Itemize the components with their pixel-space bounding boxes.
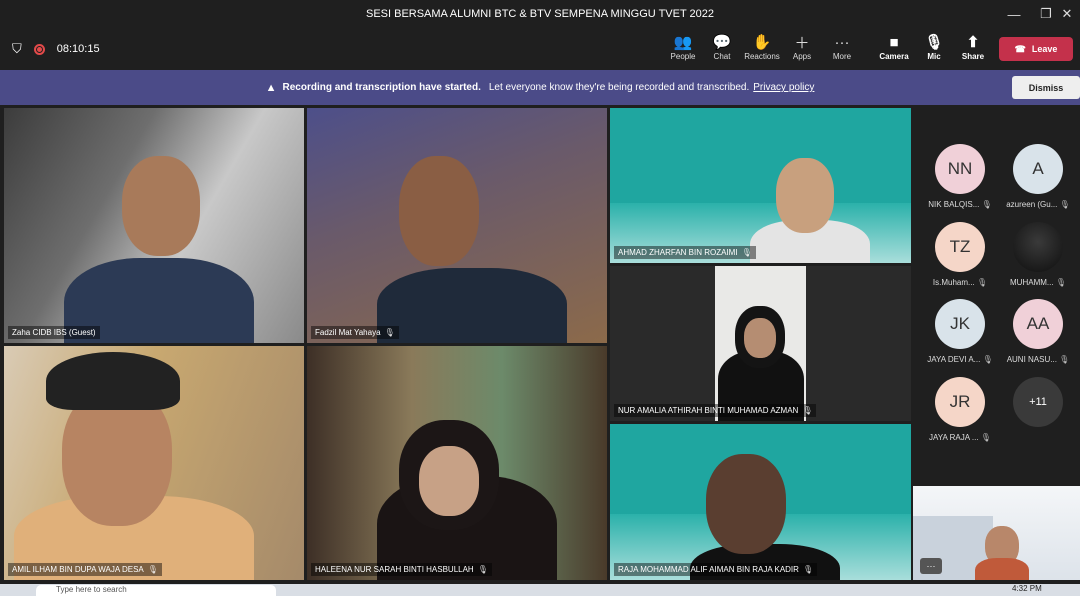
video-tile[interactable]: HALEENA NUR SARAH BINTI HASBULLAH 🎙 bbox=[307, 346, 607, 580]
avatar: NN bbox=[935, 144, 985, 194]
participant-card[interactable]: JR JAYA RAJA ... 🎙 bbox=[922, 377, 998, 457]
participant-card[interactable]: AA AUNI NASU... 🎙 bbox=[1000, 299, 1076, 379]
video-tile[interactable]: Zaha CIDB IBS (Guest) bbox=[4, 108, 304, 343]
participant-card[interactable]: MUHAMM... 🎙 bbox=[1000, 222, 1076, 302]
person-face bbox=[419, 446, 479, 516]
recording-icon bbox=[33, 43, 45, 55]
video-tile[interactable]: AMIL ILHAM BIN DUPA WAJA DESA 🎙 bbox=[4, 346, 304, 580]
video-tile[interactable]: AHMAD ZHARFAN BIN ROZAIMI 🎙 bbox=[610, 108, 911, 263]
mic-muted-icon: 🎙 bbox=[147, 565, 158, 574]
mic-muted-icon: 🎙 bbox=[802, 406, 813, 415]
warning-icon: ▲ bbox=[265, 81, 277, 94]
participant-card[interactable]: A azureen (Gu... 🎙 bbox=[1000, 144, 1076, 224]
taskbar-clock: 4:32 PM bbox=[1012, 584, 1042, 593]
title-bar: SESI BERSAMA ALUMNI BTC & BTV SEMPENA MI… bbox=[0, 0, 1080, 28]
participant-name: HALEENA NUR SARAH BINTI HASBULLAH 🎙 bbox=[311, 563, 492, 576]
microphone-icon: 🎙 bbox=[924, 34, 944, 51]
window-title: SESI BERSAMA ALUMNI BTC & BTV SEMPENA MI… bbox=[365, 8, 715, 20]
mic-muted-icon: 🎙 bbox=[741, 248, 752, 257]
person-face bbox=[399, 156, 479, 266]
participant-name: Zaha CIDB IBS (Guest) bbox=[8, 326, 100, 339]
participant-name: NUR AMALIA ATHIRAH BINTI MUHAMAD AZMAN 🎙 bbox=[614, 404, 817, 417]
video-tile[interactable]: NUR AMALIA ATHIRAH BINTI MUHAMAD AZMAN 🎙 bbox=[610, 266, 911, 421]
mic-muted-icon: 🎙 bbox=[976, 278, 988, 287]
apps-button[interactable]: ＋ Apps bbox=[782, 32, 822, 66]
person-face bbox=[706, 454, 786, 554]
person-body bbox=[377, 268, 567, 343]
avatar: JK bbox=[935, 299, 985, 349]
more-options-icon[interactable]: ··· bbox=[920, 558, 942, 574]
avatar-photo bbox=[1013, 222, 1063, 272]
mic-muted-icon: 🎙 bbox=[1059, 200, 1070, 209]
avatar: A bbox=[1013, 144, 1063, 194]
reactions-icon: ✋ bbox=[752, 34, 772, 51]
more-icon: ··· bbox=[834, 33, 850, 51]
participant-name: Fadzil Mat Yahaya 🎙 bbox=[311, 326, 399, 339]
privacy-policy-link[interactable]: Privacy policy bbox=[753, 82, 814, 93]
mic-muted-icon: 🎙 bbox=[980, 433, 991, 442]
more-participants-button[interactable]: +11 bbox=[1000, 377, 1076, 457]
person-body bbox=[975, 558, 1029, 580]
mic-button[interactable]: 🎙 Mic bbox=[914, 32, 954, 66]
participant-name: AMIL ILHAM BIN DUPA WAJA DESA 🎙 bbox=[8, 563, 162, 576]
mic-muted-icon: 🎙 bbox=[384, 328, 395, 337]
mic-muted-icon: 🎙 bbox=[477, 565, 488, 574]
taskbar-search[interactable]: Type here to search bbox=[36, 585, 276, 596]
share-icon: ⬆ bbox=[966, 34, 980, 51]
recording-banner: ▲ Recording and transcription have start… bbox=[0, 70, 1080, 105]
chat-icon: 💬 bbox=[712, 34, 732, 51]
person-face bbox=[744, 318, 776, 358]
participant-name: RAJA MOHAMMAD ALIF AIMAN BIN RAJA KADIR 🎙 bbox=[614, 563, 818, 576]
participant-gallery: NN NIK BALQIS... 🎙 A azureen (Gu... 🎙 TZ… bbox=[912, 107, 1080, 487]
mic-muted-icon: 🎙 bbox=[982, 355, 993, 364]
shield-icon: ⛉ bbox=[12, 41, 22, 56]
more-count: +11 bbox=[1013, 377, 1063, 427]
participant-name: AHMAD ZHARFAN BIN ROZAIMI 🎙 bbox=[614, 246, 756, 259]
dismiss-button[interactable]: Dismiss bbox=[1012, 76, 1080, 99]
participant-card[interactable]: NN NIK BALQIS... 🎙 bbox=[922, 144, 998, 224]
more-button[interactable]: ··· More bbox=[822, 32, 862, 66]
share-button[interactable]: ⬆ Share bbox=[953, 32, 993, 66]
people-button[interactable]: 👥 People bbox=[663, 32, 703, 66]
chat-button[interactable]: 💬 Chat bbox=[702, 32, 742, 66]
close-icon[interactable]: ✕ bbox=[1054, 0, 1080, 28]
participant-card[interactable]: JK JAYA DEVI A... 🎙 bbox=[922, 299, 998, 379]
person-cap bbox=[46, 352, 180, 410]
camera-icon: ■ bbox=[889, 33, 899, 51]
video-tile[interactable]: RAJA MOHAMMAD ALIF AIMAN BIN RAJA KADIR 🎙 bbox=[610, 424, 911, 580]
minimize-icon[interactable]: — bbox=[996, 0, 1032, 28]
person-face bbox=[122, 156, 200, 256]
phone-icon: ☎ bbox=[1014, 43, 1026, 54]
participant-card[interactable]: TZ Is.Muham... 🎙 bbox=[922, 222, 998, 302]
video-tile[interactable]: Fadzil Mat Yahaya 🎙 bbox=[307, 108, 607, 343]
mic-muted-icon: 🎙 bbox=[1055, 278, 1066, 287]
taskbar: Type here to search 4:32 PM bbox=[0, 584, 1080, 596]
mic-muted-icon: 🎙 bbox=[1059, 355, 1070, 364]
mic-muted-icon: 🎙 bbox=[802, 565, 814, 574]
avatar: AA bbox=[1013, 299, 1063, 349]
person-face bbox=[776, 158, 834, 233]
banner-title: Recording and transcription have started… bbox=[282, 82, 481, 93]
meeting-timer: 08:10:15 bbox=[56, 43, 100, 55]
banner-text: Let everyone know they're being recorded… bbox=[488, 82, 750, 93]
plus-icon: ＋ bbox=[794, 34, 810, 52]
camera-button[interactable]: ■ Camera bbox=[874, 32, 914, 66]
avatar: TZ bbox=[935, 222, 985, 272]
avatar: JR bbox=[935, 377, 985, 427]
reactions-button[interactable]: ✋ Reactions bbox=[742, 32, 782, 66]
mic-muted-icon: 🎙 bbox=[981, 200, 992, 209]
leave-button[interactable]: ☎ Leave bbox=[999, 37, 1073, 61]
people-icon: 👥 bbox=[673, 34, 693, 51]
meeting-toolbar: ⛉ 08:10:15 👥 People 💬 Chat ✋ Reactions ＋ App… bbox=[0, 28, 1080, 70]
